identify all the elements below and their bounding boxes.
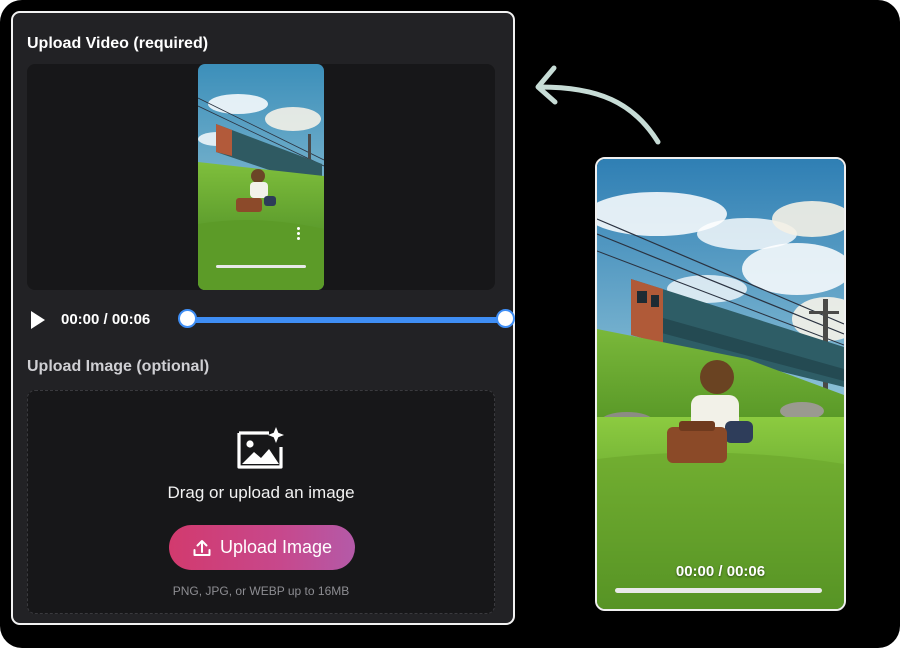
upload-icon bbox=[193, 539, 211, 556]
video-time-readout: 00:00 / 00:06 bbox=[61, 311, 151, 328]
video-frame-image bbox=[198, 64, 324, 290]
upload-image-button[interactable]: Upload Image bbox=[169, 525, 355, 570]
more-vertical-icon[interactable] bbox=[296, 227, 300, 240]
trim-end-handle[interactable] bbox=[495, 309, 515, 328]
upload-image-button-label: Upload Image bbox=[219, 537, 333, 557]
file-type-hint: PNG, JPG, or WEBP up to 16MB bbox=[172, 584, 350, 598]
upload-panel: Upload Video (required) 00:00 / 00:06 Up… bbox=[11, 11, 515, 625]
stage: Upload Video (required) 00:00 / 00:06 Up… bbox=[0, 0, 900, 648]
upload-video-label: Upload Video (required) bbox=[27, 35, 209, 52]
video-player-controls: 00:00 / 00:06 bbox=[27, 306, 515, 334]
drop-zone-prompt: Drag or upload an image bbox=[167, 483, 355, 502]
trim-slider-track[interactable] bbox=[187, 317, 505, 323]
upload-image-label: Upload Image (optional) bbox=[27, 358, 210, 375]
preview-progress-bar[interactable] bbox=[615, 588, 822, 593]
trim-start-handle[interactable] bbox=[177, 309, 197, 328]
video-preview[interactable]: 00:00 / 00:06 bbox=[595, 157, 846, 611]
video-frame[interactable] bbox=[27, 64, 495, 290]
preview-time-readout: 00:00 / 00:06 bbox=[675, 563, 766, 580]
video-thumbnail[interactable] bbox=[198, 64, 324, 290]
image-sparkle-icon bbox=[237, 427, 284, 469]
curved-arrow-icon bbox=[535, 65, 661, 145]
preview-frame-image bbox=[597, 159, 844, 609]
play-icon[interactable] bbox=[31, 311, 45, 329]
thumbnail-progress-bar bbox=[216, 265, 306, 268]
image-drop-zone[interactable]: Drag or upload an image Upload Image PNG… bbox=[27, 390, 495, 614]
